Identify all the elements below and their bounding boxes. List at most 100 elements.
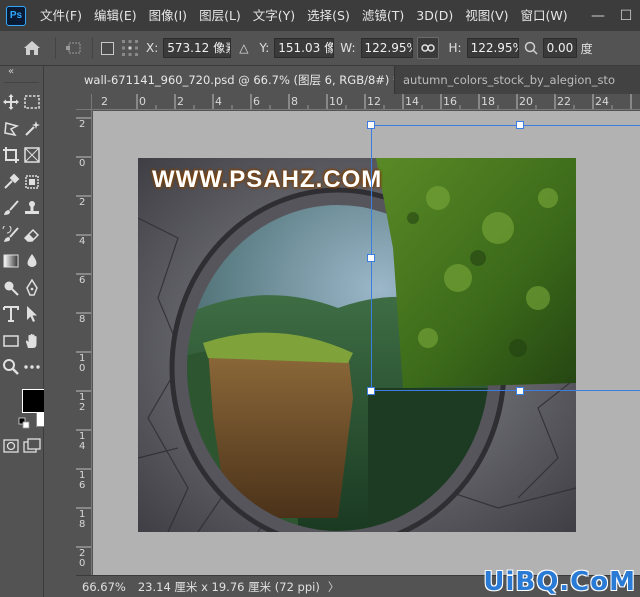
status-menu-arrow-icon[interactable]: 〉 (328, 579, 340, 595)
height-field[interactable]: 122.95% (466, 38, 519, 58)
menu-window[interactable]: 窗口(W) (515, 0, 574, 31)
tab-wall-document[interactable]: wall-671141_960_720.psd @ 66.7% (图层 6, R… (76, 66, 394, 94)
zoom-level[interactable]: 66.67% (82, 580, 126, 594)
ruler-tick-label: 1 2 (79, 392, 86, 413)
clone-stamp-tool-icon[interactable] (22, 198, 42, 218)
uibq-site-watermark: UiBQ.CoM (483, 567, 636, 597)
horizontal-ruler[interactable]: 2 0 2 4 6 8 10 12 14 16 18 20 22 24 (92, 94, 640, 110)
menu-file[interactable]: 文件(F) (34, 0, 88, 31)
menu-type[interactable]: 文字(Y) (247, 0, 301, 31)
menu-layer[interactable]: 图层(L) (193, 0, 247, 31)
zoom-tool-icon[interactable] (1, 357, 21, 377)
document-tabs: wall-671141_960_720.psd @ 66.7% (图层 6, R… (76, 66, 640, 94)
width-label: W: (340, 41, 356, 55)
quick-mask-icon[interactable] (1, 436, 21, 456)
reference-point-checkbox[interactable] (101, 41, 114, 55)
menu-view[interactable]: 视图(V) (459, 0, 514, 31)
reference-point-grid-icon[interactable] (120, 38, 140, 58)
psahz-watermark: WWW.PSAHZ.COM (152, 166, 383, 193)
ruler-tick-label: 8 (79, 314, 86, 325)
foreground-color-swatch[interactable] (22, 388, 46, 413)
ruler-tick-label: 12 (367, 95, 381, 108)
maintain-aspect-ratio-button[interactable] (416, 37, 439, 59)
magic-wand-tool-icon[interactable] (22, 119, 42, 139)
ruler-tick-label: 0 (139, 95, 146, 108)
tab-label: wall-671141_960_720.psd @ 66.7% (图层 6, R… (84, 73, 394, 87)
rectangle-tool-icon[interactable] (1, 331, 21, 351)
ruler-tick-label: 2 (177, 95, 184, 108)
ruler-tick-label: 8 (291, 95, 298, 108)
color-swatches (0, 385, 60, 435)
link-icon (420, 44, 435, 52)
ruler-tick-label: 1 4 (79, 431, 86, 452)
transform-handle-top-center[interactable] (516, 121, 524, 129)
path-selection-tool-icon[interactable] (22, 304, 42, 324)
divider (55, 37, 56, 59)
brush-tool-icon[interactable] (1, 198, 21, 218)
default-colors-icon[interactable] (18, 417, 30, 429)
y-position-field[interactable]: 151.03 像素 (274, 38, 335, 58)
relative-position-icon[interactable]: △ (239, 41, 248, 55)
minimize-button[interactable]: — (584, 8, 612, 24)
ruler-tick-label: 6 (253, 95, 260, 108)
document-size-info: 23.14 厘米 x 19.76 厘米 (72 ppi) (137, 579, 320, 594)
transform-handle-bottom-left[interactable] (367, 387, 375, 395)
history-brush-tool-icon[interactable] (1, 225, 21, 245)
transform-handle-middle-left[interactable] (367, 254, 375, 262)
x-label: X: (146, 41, 159, 55)
type-tool-icon[interactable] (1, 304, 21, 324)
ruler-tick-label: 6 (79, 275, 86, 286)
move-tool-icon[interactable] (1, 92, 21, 112)
width-field[interactable]: 122.95% (360, 38, 413, 58)
menu-image[interactable]: 图像(I) (143, 0, 193, 31)
transform-tool-icon[interactable] (64, 38, 84, 58)
home-button[interactable] (17, 33, 47, 63)
eraser-tool-icon[interactable] (22, 225, 42, 245)
tools-panel: « (0, 66, 60, 597)
menu-edit[interactable]: 编辑(E) (88, 0, 143, 31)
dodge-tool-icon[interactable] (1, 278, 21, 298)
menu-filter[interactable]: 滤镜(T) (356, 0, 410, 31)
ruler-tick-label: 4 (79, 236, 86, 247)
vertical-ruler[interactable]: 2 0 2 4 6 8 1 0 1 2 1 4 1 6 1 8 2 0 (76, 110, 92, 575)
ruler-tick-label: 2 0 (79, 548, 86, 569)
menu-3d[interactable]: 3D(D) (410, 0, 459, 31)
angle-unit-label: 度 (580, 41, 593, 56)
ruler-tick-label: 22 (557, 95, 571, 108)
menu-list: 文件(F) 编辑(E) 图像(I) 图层(L) 文字(Y) 选择(S) 滤镜(T… (34, 0, 574, 31)
frame-tool-icon[interactable] (22, 145, 42, 165)
ruler-tick-label: 1 6 (79, 470, 86, 491)
transform-handle-top-left[interactable] (367, 121, 375, 129)
height-label: H: (448, 41, 462, 55)
maximize-button[interactable]: ☐ (612, 8, 640, 24)
pen-tool-icon[interactable] (22, 278, 42, 298)
photoshop-logo-icon: Ps (6, 5, 26, 26)
ruler-tick-label: 1 0 (79, 353, 86, 374)
home-icon (24, 41, 40, 55)
ruler-origin[interactable] (76, 94, 92, 110)
photoshop-window: Ps 文件(F) 编辑(E) 图像(I) 图层(L) 文字(Y) 选择(S) 滤… (0, 0, 640, 597)
blur-tool-icon[interactable] (22, 251, 42, 271)
gradient-tool-icon[interactable] (1, 251, 21, 271)
transform-bounding-box[interactable] (371, 125, 640, 391)
x-position-field[interactable]: 573.12 像素 (163, 38, 232, 58)
canvas-pasteboard[interactable]: WWW.PSAHZ.COM (93, 111, 640, 575)
hand-tool-icon[interactable] (22, 331, 42, 351)
ruler-tick-label: 16 (443, 95, 457, 108)
spot-healing-tool-icon[interactable] (22, 172, 42, 192)
ruler-tick-label: 10 (329, 95, 343, 108)
screen-mode-icon[interactable] (22, 436, 42, 456)
crop-tool-icon[interactable] (1, 145, 21, 165)
more-tools-icon[interactable] (22, 357, 42, 377)
lasso-tool-icon[interactable] (1, 119, 21, 139)
rotate-angle-field[interactable]: 0.00 (542, 38, 577, 58)
tab-autumn-document[interactable]: autumn_colors_stock_by_alegion_sto (394, 66, 640, 94)
menu-select[interactable]: 选择(S) (301, 0, 356, 31)
panel-gutter (44, 66, 76, 597)
collapse-toolbar-button[interactable]: « (0, 66, 43, 80)
divider (4, 82, 39, 83)
marquee-tool-icon[interactable] (22, 92, 42, 112)
eyedropper-tool-icon[interactable] (1, 172, 21, 192)
transform-handle-bottom-center[interactable] (516, 387, 524, 395)
tab-label: autumn_colors_stock_by_alegion_sto (403, 73, 615, 87)
